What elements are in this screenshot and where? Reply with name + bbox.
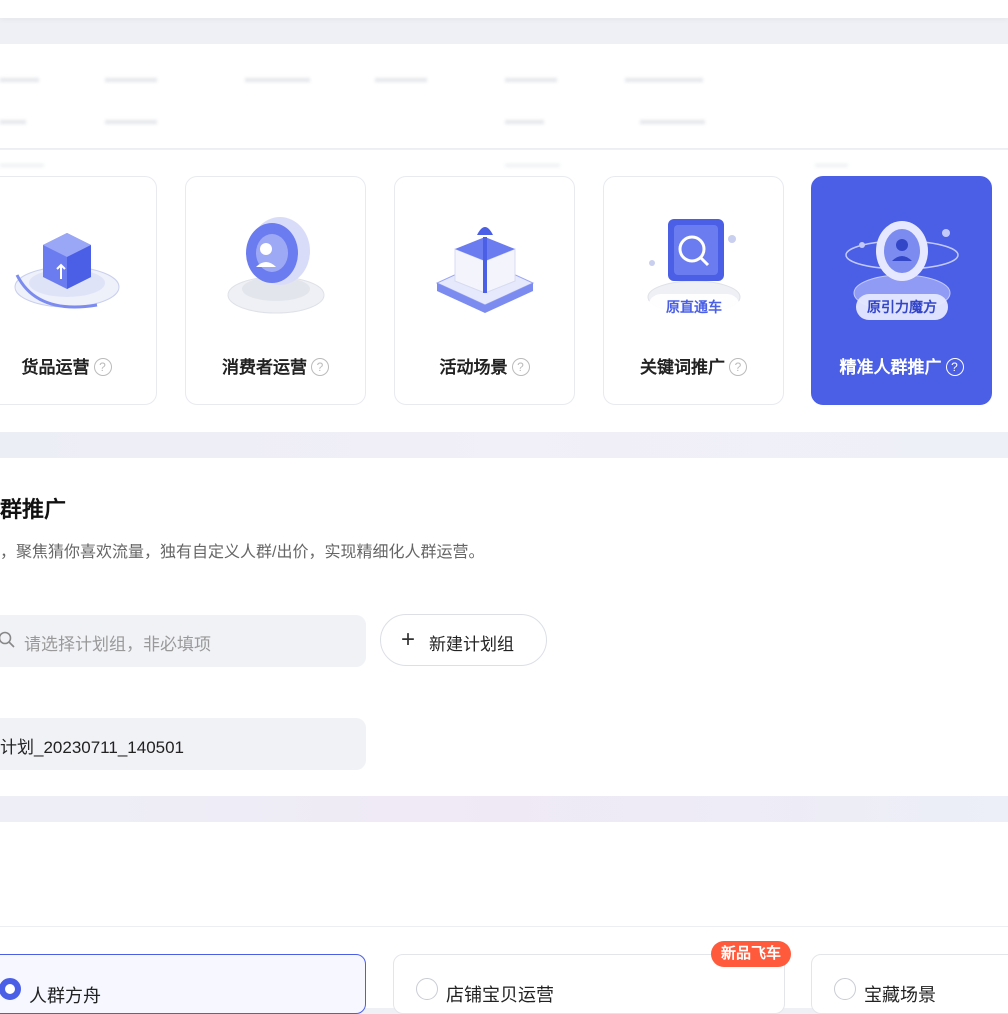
scene-card-activity[interactable]: 活动场景? xyxy=(394,176,575,405)
consumer-icon xyxy=(227,217,325,314)
scene-label: 活动场景? xyxy=(395,353,574,378)
top-bar xyxy=(0,0,1008,18)
option-label: 人群方舟 xyxy=(29,986,101,1006)
section-gap xyxy=(0,432,1008,458)
section-gap xyxy=(0,796,1008,822)
plan-group-select[interactable]: 请选择计划组，非必填项 xyxy=(0,615,366,667)
option-treasure-scene[interactable]: 宝藏场景 xyxy=(811,954,1008,1014)
plan-group-placeholder: 请选择计划组，非必填项 xyxy=(24,635,211,654)
radio-unselected[interactable] xyxy=(834,978,856,1000)
scene-badge: 原引力魔方 xyxy=(856,294,948,320)
scene-label: 精准人群推广? xyxy=(812,353,991,378)
new-plan-group-label: 新建计划组 xyxy=(429,635,514,654)
help-icon[interactable]: ? xyxy=(511,358,530,376)
scene-card-keyword[interactable]: 原直通车 关键词推广? xyxy=(603,176,784,405)
divider xyxy=(0,926,1008,927)
scene-card-consumer[interactable]: 消费者运营? xyxy=(185,176,366,405)
search-icon xyxy=(0,631,15,648)
option-label: 宝藏场景 xyxy=(864,985,936,1005)
box-icon xyxy=(14,233,120,309)
new-product-badge: 新品飞车 xyxy=(711,941,792,967)
divider xyxy=(0,148,1008,149)
scene-card-crowd[interactable]: 原引力魔方 精准人群推广? xyxy=(811,176,992,405)
scene-label: 货品运营? xyxy=(0,353,156,378)
plus-icon: + xyxy=(401,626,416,653)
new-plan-group-button[interactable]: + 新建计划组 xyxy=(380,614,547,666)
option-crowd-ark[interactable]: 人群方舟 xyxy=(0,954,366,1014)
section-description: ，聚焦猜你喜欢流量，独有自定义人群/出价，实现精细化人群运营。 xyxy=(0,544,485,561)
plan-name-value: 计划_20230711_140501 xyxy=(0,738,185,757)
scene-label: 关键词推广? xyxy=(604,353,783,378)
faded-background-panel: ▬▬▬ ▬▬▬▬ ▬▬▬▬▬ ▬▬▬▬ ▬▬▬▬ ▬▬▬▬▬▬ ▬▬ ▬▬▬▬ ▬▬▬ ▬▬… xyxy=(0,44,1008,149)
scene-label: 消费者运营? xyxy=(186,353,365,378)
scene-card-goods[interactable]: 货品运营? xyxy=(0,176,157,405)
page-title: 群推广 xyxy=(0,497,67,522)
gift-box-icon xyxy=(435,227,535,313)
help-icon[interactable]: ? xyxy=(93,358,112,376)
help-icon[interactable]: ? xyxy=(729,358,747,376)
option-label: 店铺宝贝运营 xyxy=(446,985,554,1005)
radio-selected[interactable] xyxy=(0,978,21,1000)
scene-badge: 原直通车 xyxy=(648,294,740,320)
help-icon[interactable]: ? xyxy=(311,358,329,376)
help-icon[interactable]: ? xyxy=(945,358,964,376)
plan-name-input[interactable]: 计划_20230711_140501 xyxy=(0,718,366,770)
radio-unselected[interactable] xyxy=(416,978,438,1000)
